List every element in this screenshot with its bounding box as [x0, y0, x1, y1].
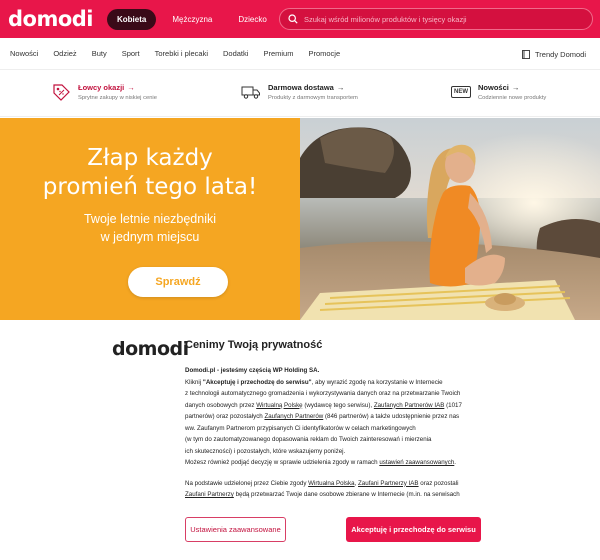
- text: z technologii automatycznego gromadzenia…: [185, 390, 461, 397]
- tab-mezczyzna[interactable]: Mężczyzna: [162, 9, 222, 30]
- hero-subtitle-line2: w jednym miejscu: [100, 230, 200, 244]
- consent-intro: Domodi.pl - jesteśmy częścią WP Holding …: [185, 367, 320, 374]
- consent-dialog: domodi Cenimy Twoją prywatność Domodi.pl…: [0, 320, 600, 560]
- feature-subtitle: Produkty z darmowym transportem: [268, 95, 358, 101]
- text: Kliknij: [185, 378, 203, 386]
- site-logo[interactable]: domodi: [8, 7, 94, 31]
- search-bar[interactable]: [279, 8, 593, 30]
- hero-subtitle-line1: Twoje letnie niezbędniki: [83, 212, 217, 226]
- link-wirtualna-polska[interactable]: Wirtualną Polskę: [256, 402, 302, 409]
- nav-item-promocje[interactable]: Promocje: [308, 49, 340, 58]
- link-wirtualna-polska-2[interactable]: Wirtualna Polska: [308, 480, 354, 487]
- text: ww. Zaufanym Partnerom przypisanych Ci i…: [185, 424, 416, 432]
- arrow-right-icon: →: [511, 83, 520, 92]
- top-header: domodi Kobieta Mężczyzna Dziecko: [0, 0, 600, 38]
- text: (wydawcę tego serwisu),: [302, 401, 374, 409]
- search-icon: [288, 14, 298, 24]
- hero-photo: [300, 118, 600, 320]
- hero-title-line2: promień tego lata!: [42, 174, 258, 200]
- hero-subtitle: Twoje letnie niezbędniki w jednym miejsc…: [0, 210, 300, 246]
- text: ich skuteczności) i pozostałych, które w…: [185, 447, 346, 455]
- link-trusted-partners[interactable]: Zaufanych Partnerów: [264, 413, 323, 420]
- text: partnerów) oraz pozostałych: [185, 413, 265, 420]
- percent-tag-icon: [50, 81, 72, 103]
- category-nav: Nowości Odzież Buty Sport Torebki i plec…: [0, 38, 600, 70]
- consent-text: Domodi.pl - jesteśmy częścią WP Holding …: [185, 365, 495, 501]
- gender-tabs: Kobieta Mężczyzna Dziecko: [107, 8, 277, 30]
- link-partners-iab-2[interactable]: Zaufani Partnerzy IAB: [358, 480, 419, 487]
- nav-item-sport[interactable]: Sport: [122, 49, 140, 58]
- search-input[interactable]: [304, 14, 584, 24]
- hero-banner: Złap każdy promień tego lata! Twoje letn…: [0, 118, 600, 320]
- accept-button[interactable]: Akceptuję i przechodzę do serwisu: [346, 517, 481, 542]
- advanced-settings-button[interactable]: Ustawienia zaawansowane: [185, 517, 286, 542]
- beach-photo-image: [300, 118, 600, 320]
- consent-paragraph-2: Na podstawie udzielonej przez Ciebie zgo…: [185, 478, 495, 501]
- feature-lowcy[interactable]: Łowcy okazji → Sprytne zakupy w niskiej c…: [50, 81, 157, 103]
- hero-cta-button[interactable]: Sprawdź: [128, 267, 228, 297]
- feature-title: Łowcy okazji: [78, 83, 125, 92]
- nav-item-torebki[interactable]: Torebki i plecaki: [155, 49, 208, 58]
- consent-title: Cenimy Twoją prywatność: [185, 339, 323, 351]
- nav-item-dodatki[interactable]: Dodatki: [223, 49, 248, 58]
- feature-dostawa[interactable]: Darmowa dostawa → Produkty z darmowym tra…: [240, 81, 358, 103]
- text: Możesz również podjąć decyzję w sprawie …: [185, 459, 380, 466]
- feature-strip: Łowcy okazji → Sprytne zakupy w niskiej c…: [0, 70, 600, 117]
- arrow-right-icon: →: [127, 83, 135, 92]
- nav-item-buty[interactable]: Buty: [92, 49, 107, 58]
- consent-paragraph: Kliknij "Akceptuję i przechodzę do serwi…: [185, 377, 495, 469]
- feature-subtitle: Codziennie nowe produkty: [478, 95, 547, 101]
- link-advanced-settings[interactable]: ustawień zaawansowanych: [379, 459, 454, 466]
- truck-icon: [240, 81, 262, 103]
- trendy-link[interactable]: Trendy Domodi: [522, 38, 586, 70]
- feature-title: Nowości: [478, 83, 509, 92]
- text-bold: "Akceptuję i przechodzę do serwisu": [202, 378, 312, 386]
- new-badge-text: NEW: [451, 86, 471, 98]
- text: oraz pozostali: [418, 479, 459, 487]
- nav-item-odziez[interactable]: Odzież: [53, 49, 76, 58]
- text: , aby wyrazić zgodę na korzystanie w Int…: [311, 378, 443, 386]
- text: (846 partnerów) a także udostępnienie pr…: [323, 413, 460, 420]
- link-trusted-partners-2[interactable]: Zaufani Partnerzy: [185, 491, 234, 498]
- tab-dziecko[interactable]: Dziecko: [228, 9, 276, 30]
- feature-nowosci[interactable]: NEW Nowości → Codziennie nowe produkty: [450, 81, 546, 103]
- text: (w tym do zautomatyzowanego dopasowania …: [185, 436, 432, 443]
- nav-item-nowosci[interactable]: Nowości: [10, 49, 38, 58]
- tab-kobieta[interactable]: Kobieta: [107, 8, 157, 30]
- text: .: [454, 459, 457, 466]
- text: danych osobowych przez: [185, 401, 257, 409]
- book-icon: [522, 49, 530, 59]
- text: (1017: [444, 401, 462, 409]
- trendy-label: Trendy Domodi: [535, 49, 586, 59]
- nav-item-premium[interactable]: Premium: [263, 49, 293, 58]
- feature-subtitle: Sprytne zakupy w niskiej cenie: [78, 95, 157, 101]
- link-partners-iab[interactable]: Zaufanych Partnerów IAB: [374, 402, 445, 409]
- text: Na podstawie udzielonej przez Ciebie zgo…: [185, 479, 309, 487]
- feature-title: Darmowa dostawa: [268, 83, 334, 92]
- hero-text-panel: Złap każdy promień tego lata! Twoje letn…: [0, 118, 300, 320]
- hero-title: Złap każdy promień tego lata!: [0, 144, 300, 202]
- text: będą przetwarzać Twoje dane osobowe zbie…: [233, 491, 460, 498]
- hero-title-line1: Złap każdy: [87, 145, 213, 171]
- arrow-right-icon: →: [336, 83, 345, 92]
- consent-logo: domodi: [112, 338, 189, 360]
- new-badge-icon: NEW: [450, 81, 472, 103]
